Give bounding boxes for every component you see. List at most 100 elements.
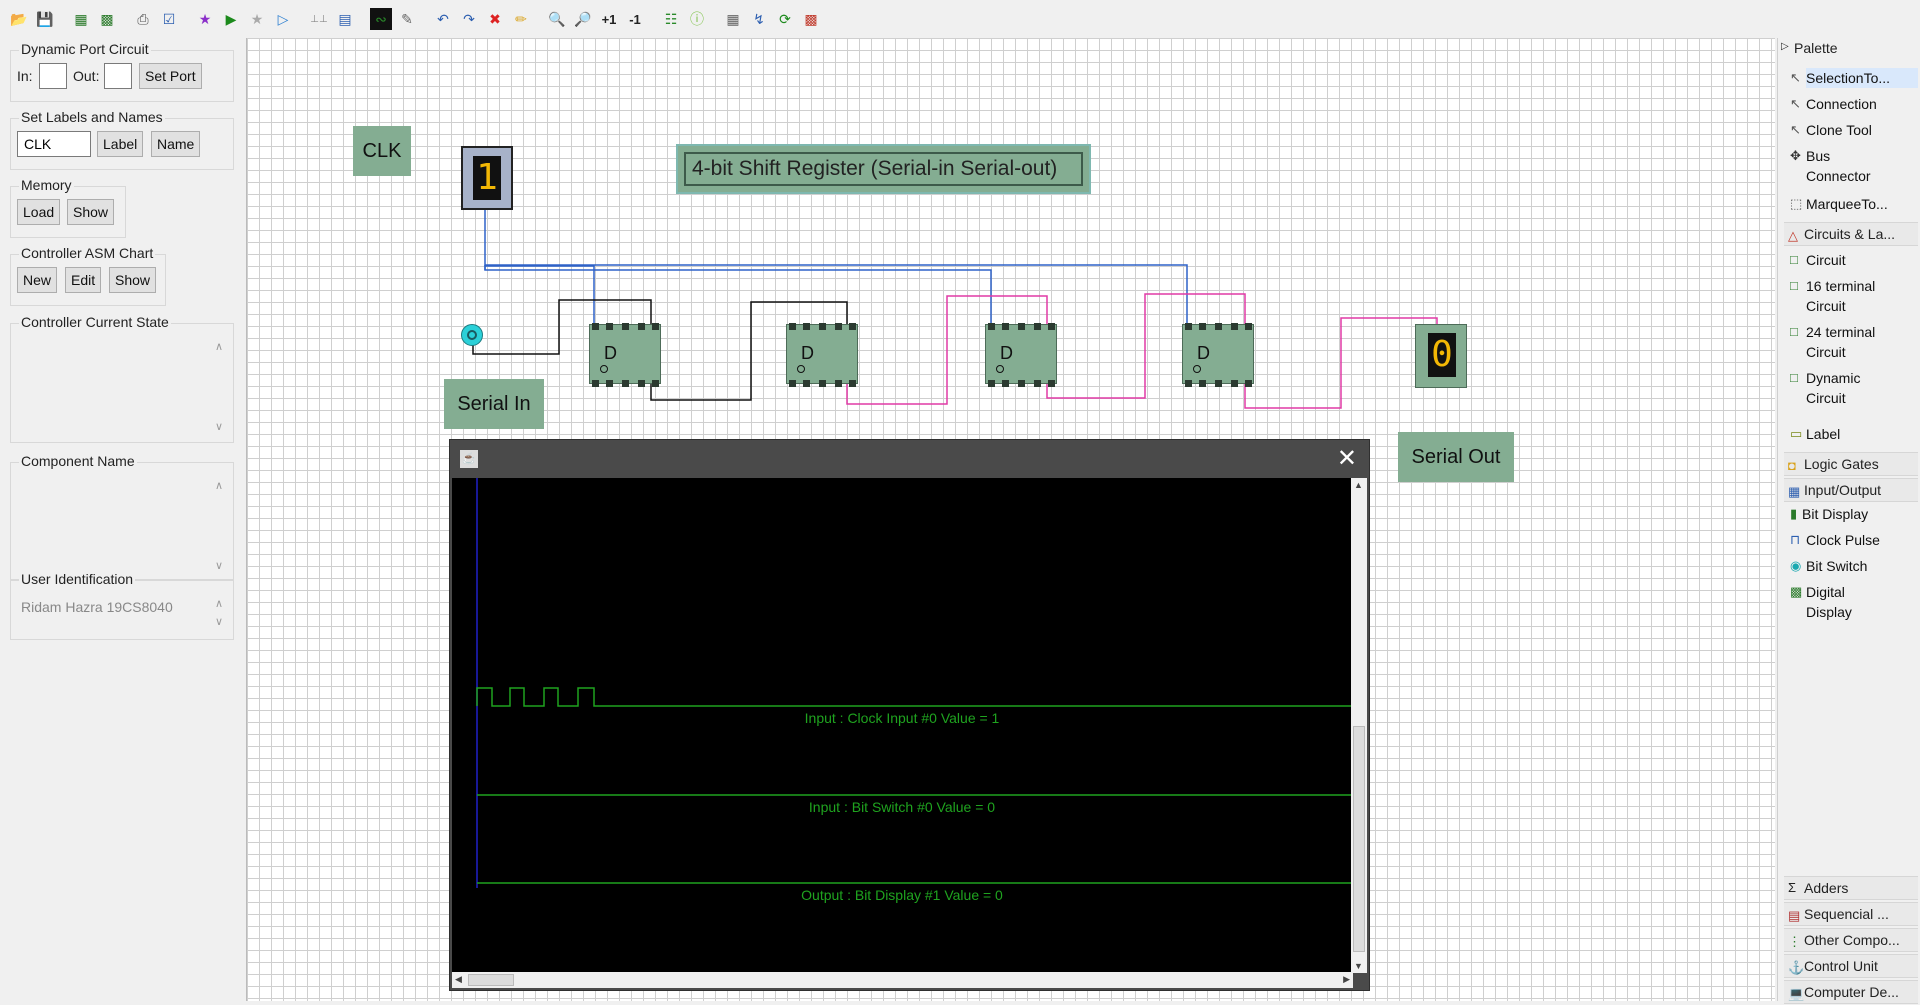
palette-cat-logic-gates[interactable]: ◘ Logic Gates xyxy=(1784,452,1918,476)
output-display[interactable]: 0 xyxy=(1415,324,1467,388)
palette-tool-selection[interactable]: SelectionTo... xyxy=(1806,68,1918,88)
scroll-down-icon[interactable]: ∨ xyxy=(215,420,223,433)
palette-item-circuit[interactable]: Circuit xyxy=(1806,250,1846,270)
flip-flop-3[interactable]: D xyxy=(985,323,1057,387)
palette-item-digital-display[interactable]: Digital Display xyxy=(1806,582,1886,622)
palette-item-16-terminal[interactable]: 16 terminal Circuit xyxy=(1806,276,1896,316)
waveform-window[interactable]: ☕ ✕ Input : Clock Input #0 Value = 1 Inp… xyxy=(449,439,1370,991)
label-name-field[interactable] xyxy=(17,131,91,157)
paint-icon[interactable]: ✏ xyxy=(510,8,532,30)
palette-item-label[interactable]: Label xyxy=(1806,424,1840,444)
label-icon: ▭ xyxy=(1790,426,1803,441)
title-label[interactable]: 4-bit Shift Register (Serial-in Serial-o… xyxy=(676,144,1091,194)
palette-tool-bus[interactable]: Bus Connector xyxy=(1806,146,1896,186)
inc-icon[interactable]: +1 xyxy=(598,8,620,30)
collapse-icon[interactable]: ▷ xyxy=(1781,41,1789,52)
asm-edit-button[interactable]: Edit xyxy=(65,267,102,293)
memory-show-button[interactable]: Show xyxy=(67,199,115,225)
set-port-button[interactable]: Set Port xyxy=(139,63,202,89)
timing-icon[interactable]: ⊥⊥ xyxy=(308,8,330,30)
scroll-up-icon[interactable]: ▲ xyxy=(1354,480,1363,490)
palette-tool-clone[interactable]: Clone Tool xyxy=(1806,120,1872,140)
clk-label[interactable]: CLK xyxy=(353,126,411,176)
palette-cat-io[interactable]: ▦ Input/Output xyxy=(1784,478,1918,502)
selection-icon: ↖ xyxy=(1790,70,1801,85)
logic-gates-label: Logic Gates xyxy=(1804,456,1879,472)
open-icon[interactable]: 📂 xyxy=(8,8,30,30)
palette-item-clock-pulse[interactable]: Clock Pulse xyxy=(1806,530,1880,550)
connect-icon[interactable]: ↯ xyxy=(748,8,770,30)
scroll-thumb[interactable] xyxy=(1353,726,1365,952)
in-field[interactable] xyxy=(39,63,67,89)
palette-tool-marquee[interactable]: MarqueeTo... xyxy=(1806,194,1888,214)
flip-flop-1[interactable]: D xyxy=(589,323,661,387)
zoom-in-icon[interactable]: 🔍 xyxy=(546,8,568,30)
clock-display[interactable]: 1 xyxy=(461,146,513,210)
flip-flop-4[interactable]: D xyxy=(1182,323,1254,387)
asm-new-button[interactable]: New xyxy=(17,267,58,293)
waveform-icon[interactable]: ∾ xyxy=(370,8,392,30)
waveform-titlebar[interactable]: ☕ ✕ xyxy=(450,440,1369,478)
scroll-down-icon[interactable]: ▼ xyxy=(1354,961,1363,971)
palette-item-bit-switch[interactable]: Bit Switch xyxy=(1806,556,1867,576)
step-icon[interactable]: ▷ xyxy=(272,8,294,30)
refresh-icon[interactable]: ⟳ xyxy=(774,8,796,30)
dec-icon[interactable]: -1 xyxy=(624,8,646,30)
clone-icon: ↖ xyxy=(1790,122,1801,137)
export-icon[interactable]: ▦ xyxy=(70,8,92,30)
asm-show-button[interactable]: Show xyxy=(109,267,157,293)
star-icon[interactable]: ★ xyxy=(194,8,216,30)
vertical-scrollbar[interactable]: ▲ ▼ xyxy=(1351,478,1367,973)
palette-cat-circuits[interactable]: △ Circuits & La... xyxy=(1784,222,1918,246)
palette-tool-connection[interactable]: Connection xyxy=(1806,94,1877,114)
scroll-up-icon[interactable]: ∧ xyxy=(215,340,223,353)
info-icon[interactable]: ⓘ xyxy=(686,8,708,30)
scroll-left-icon[interactable]: ◀ xyxy=(455,974,462,985)
palette-cat-other[interactable]: ⋮ Other Compo... xyxy=(1784,928,1918,952)
palette-title: Palette xyxy=(1794,40,1838,56)
bit-switch[interactable] xyxy=(461,324,483,346)
verify-icon[interactable]: ☑ xyxy=(158,8,180,30)
palette-cat-computer[interactable]: 💻 Computer De... xyxy=(1784,980,1918,1004)
zoom-out-icon[interactable]: 🔎 xyxy=(572,8,594,30)
bit-switch-icon: ◉ xyxy=(1790,558,1802,573)
wire-icon[interactable]: ☷ xyxy=(660,8,682,30)
save-as-icon[interactable]: ▩ xyxy=(96,8,118,30)
palette-cat-sequencial[interactable]: ▤ Sequencial ... xyxy=(1784,902,1918,926)
memory-load-button[interactable]: Load xyxy=(17,199,61,225)
palette-item-bit-display[interactable]: Bit Display xyxy=(1802,504,1868,524)
out-field[interactable] xyxy=(104,63,132,89)
grid-icon[interactable]: ▦ xyxy=(722,8,744,30)
undo-icon[interactable]: ↶ xyxy=(432,8,454,30)
label-button[interactable]: Label xyxy=(97,131,144,157)
palette-cat-control-unit[interactable]: ⚓ Control Unit xyxy=(1784,954,1918,978)
palette-header[interactable]: ▷ Palette xyxy=(1778,40,1920,62)
serial-in-label[interactable]: Serial In xyxy=(444,379,544,429)
scroll-down-icon[interactable]: ∨ xyxy=(215,615,223,628)
scroll-down-icon[interactable]: ∨ xyxy=(215,559,223,572)
edit-icon[interactable]: ✎ xyxy=(396,8,418,30)
scroll-right-icon[interactable]: ▶ xyxy=(1343,974,1350,985)
star-gray-icon[interactable]: ★ xyxy=(246,8,268,30)
palette-icon[interactable]: ▩ xyxy=(800,8,822,30)
name-button[interactable]: Name xyxy=(151,131,201,157)
redo-icon[interactable]: ↷ xyxy=(458,8,480,30)
dynamic-port-title: Dynamic Port Circuit xyxy=(19,41,151,57)
horizontal-scrollbar[interactable]: ◀ ▶ xyxy=(452,972,1353,988)
print-icon[interactable]: ⎙ xyxy=(132,8,154,30)
hscroll-thumb[interactable] xyxy=(468,974,514,986)
adders-label: Adders xyxy=(1804,880,1849,896)
palette-item-24-terminal[interactable]: 24 terminal Circuit xyxy=(1806,322,1896,362)
bar-icon[interactable]: ▤ xyxy=(334,8,356,30)
bit-display-icon: ▮ xyxy=(1790,506,1798,521)
save-icon[interactable]: 💾 xyxy=(34,8,56,30)
run-icon[interactable]: ▶ xyxy=(220,8,242,30)
scroll-up-icon[interactable]: ∧ xyxy=(215,597,223,610)
delete-icon[interactable]: ✖ xyxy=(484,8,506,30)
scroll-up-icon[interactable]: ∧ xyxy=(215,479,223,492)
flip-flop-2[interactable]: D xyxy=(786,323,858,387)
close-icon[interactable]: ✕ xyxy=(1337,444,1357,473)
palette-item-dynamic[interactable]: Dynamic Circuit xyxy=(1806,368,1886,408)
serial-out-label[interactable]: Serial Out xyxy=(1398,432,1514,482)
palette-cat-adders[interactable]: Σ Adders xyxy=(1784,876,1918,900)
